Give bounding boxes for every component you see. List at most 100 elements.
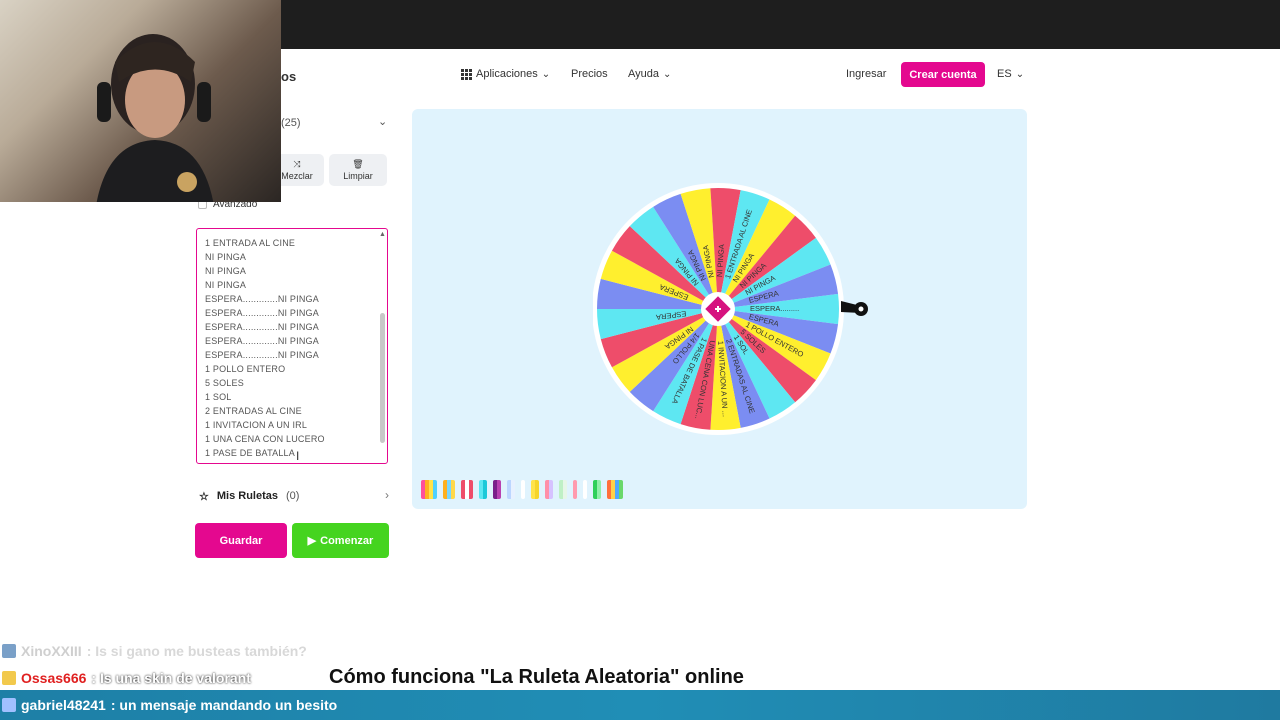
palette-swatch <box>433 480 437 499</box>
entries-list: 1 ENTRADA AL CINE NI PINGA NI PINGA NI PING… <box>205 236 325 460</box>
start-button[interactable]: ▶ Comenzar <box>292 523 389 558</box>
chat-message: gabriel48241 : un mensaje mandando un be… <box>2 697 337 713</box>
save-button[interactable]: Guardar <box>195 523 287 558</box>
palette-swatch <box>573 480 577 499</box>
shuffle-icon: ⤨ <box>293 159 301 169</box>
entry-line: ESPERA.............NI PINGA <box>205 350 319 360</box>
palette-swatch <box>583 480 587 499</box>
palette-swatch <box>549 480 553 499</box>
palette-swatch <box>521 480 525 499</box>
entry-line: 1 PASE DE BATALLA <box>205 448 295 458</box>
palette-swatch <box>483 480 487 499</box>
palette-swatch <box>451 480 455 499</box>
grid-icon <box>461 68 472 80</box>
palette-option[interactable] <box>583 480 587 499</box>
palette-swatch <box>535 480 539 499</box>
palette-option[interactable] <box>573 480 577 499</box>
help-label: Ayuda <box>628 68 659 80</box>
wheel-segment-label: ESPERA......... <box>750 304 799 313</box>
palette-option[interactable] <box>521 480 525 499</box>
entry-line: NI PINGA <box>205 280 247 290</box>
shuffle-label: Mezclar <box>281 171 313 181</box>
palette-option[interactable] <box>479 480 487 499</box>
chat-message: XinoXXIII : Is si gano me busteas tambié… <box>2 643 307 659</box>
palette-swatch <box>619 480 623 499</box>
chat-message: Ossas666 : Is una skin de valorant <box>2 670 251 686</box>
palette-swatch <box>511 480 515 499</box>
entry-line: ESPERA.............NI PINGA <box>205 294 319 304</box>
chat-badge-icon <box>2 644 16 658</box>
entry-line: ESPERA.............NI PINGA <box>205 322 319 332</box>
spin-wheel[interactable]: ESPERA.........ESPERA1 POLLO ENTERO5 SOL… <box>593 180 873 450</box>
palette-selector <box>421 480 623 500</box>
chat-text: : un mensaje mandando un besito <box>110 697 338 713</box>
palette-swatch <box>597 480 601 499</box>
palette-option[interactable] <box>507 480 515 499</box>
text-cursor-icon: I <box>296 449 300 463</box>
start-label: Comenzar <box>320 534 374 547</box>
palette-option[interactable] <box>493 480 501 499</box>
entry-line: 2 ENTRADAS AL CINE <box>205 406 302 416</box>
my-wheels-count: (0) <box>286 490 300 502</box>
chat-text: : Is una skin de valorant <box>91 670 251 686</box>
trash-icon: 🗑 <box>352 159 364 169</box>
chat-badge-icon <box>2 671 16 685</box>
streamer-silhouette <box>96 34 214 202</box>
my-wheels-label: Mis Ruletas <box>216 490 279 502</box>
chat-text: : Is si gano me busteas también? <box>86 643 307 659</box>
chevron-down-icon: ⌄ <box>541 68 551 80</box>
entry-line: 1 POLLO ENTERO <box>205 364 286 374</box>
entries-count: (25) <box>281 117 301 129</box>
scroll-up-icon[interactable]: ▲ <box>379 231 386 238</box>
login-link[interactable]: Ingresar <box>846 68 886 80</box>
entry-line: 1 UNA CENA CON LUCERO <box>205 434 325 444</box>
palette-option[interactable] <box>545 480 553 499</box>
my-wheels-section[interactable]: ☆ Mis Ruletas (0) › <box>199 487 389 505</box>
apps-menu[interactable]: Aplicaciones ⌄ <box>461 68 550 80</box>
language-selector[interactable]: ES ⌄ <box>997 68 1024 80</box>
chevron-down-icon: ⌄ <box>663 68 672 80</box>
entry-line: 1 SOL <box>205 392 232 402</box>
play-icon: ▶ <box>307 535 317 547</box>
chat-badge-icon <box>2 698 16 712</box>
login-label: Ingresar <box>846 68 887 80</box>
pricing-label: Precios <box>571 68 608 80</box>
wheel-pointer-dot <box>858 306 864 312</box>
textarea-scrollbar[interactable]: ▲ <box>379 231 386 461</box>
chevron-down-icon: ⌄ <box>1015 68 1025 80</box>
entries-textarea[interactable]: 1 ENTRADA AL CINE NI PINGA NI PINGA NI PING… <box>196 228 388 464</box>
palette-option[interactable] <box>559 480 567 499</box>
clear-button[interactable]: 🗑 Limpiar <box>329 154 387 186</box>
scrollbar-thumb[interactable] <box>380 313 385 443</box>
chevron-down-icon[interactable]: ⌄ <box>378 115 387 128</box>
entry-line: 1 INVITACION A UN IRL <box>205 420 308 430</box>
entry-line: NI PINGA <box>205 252 247 262</box>
palette-option[interactable] <box>607 480 623 499</box>
language-label: ES <box>997 68 1012 80</box>
section-title: Cómo funciona "La Ruleta Aleatoria" onli… <box>329 666 744 688</box>
entry-line: ESPERA.............NI PINGA <box>205 308 319 318</box>
chat-username: Ossas666 <box>21 670 87 686</box>
chat-username: gabriel48241 <box>21 697 106 713</box>
palette-swatch <box>497 480 501 499</box>
help-menu[interactable]: Ayuda ⌄ <box>628 68 671 80</box>
entry-line: ESPERA.............NI PINGA <box>205 336 319 346</box>
entry-line: 1 ENTRADA AL CINE <box>205 238 296 248</box>
clear-label: Limpiar <box>343 171 373 181</box>
star-icon: ☆ <box>199 490 209 503</box>
palette-option[interactable] <box>461 480 473 499</box>
pricing-link[interactable]: Precios <box>571 68 608 80</box>
logo-text[interactable]: os <box>281 69 296 84</box>
apps-label: Aplicaciones <box>476 68 538 80</box>
palette-option[interactable] <box>443 480 455 499</box>
signup-button[interactable]: Crear cuenta <box>901 62 985 87</box>
chevron-right-icon: › <box>385 488 389 502</box>
entry-line: NI PINGA <box>205 266 247 276</box>
palette-option[interactable] <box>531 480 539 499</box>
chat-username: XinoXXIII <box>21 643 82 659</box>
palette-option[interactable] <box>421 480 437 499</box>
webcam-overlay <box>0 0 281 202</box>
palette-option[interactable] <box>593 480 601 499</box>
entry-line: 5 SOLES <box>205 378 244 388</box>
palette-swatch <box>469 480 473 499</box>
